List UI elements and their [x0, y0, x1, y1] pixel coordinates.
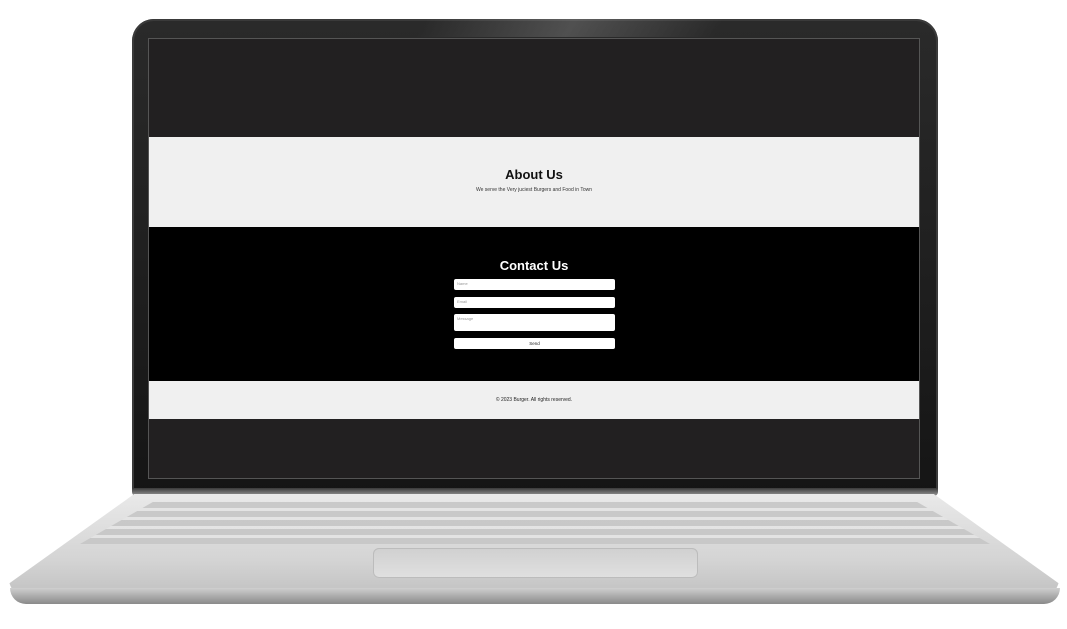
- about-heading: About Us: [505, 167, 563, 182]
- keyboard: [80, 502, 990, 544]
- trackpad: [373, 548, 698, 578]
- laptop-screen: About Us We serve the Very juciest Burge…: [148, 38, 920, 479]
- about-section: About Us We serve the Very juciest Burge…: [148, 137, 920, 227]
- footer-copyright: © 2023 Burger. All rights reserved.: [495, 397, 573, 403]
- message-textarea[interactable]: Message: [454, 314, 615, 331]
- send-button[interactable]: Send: [454, 338, 615, 349]
- contact-heading: Contact Us: [499, 258, 569, 273]
- email-input[interactable]: Email: [454, 297, 615, 308]
- laptop-base-edge: [10, 588, 1060, 604]
- contact-section: Contact Us Name Email Message Send: [148, 227, 920, 381]
- lid-glare: [414, 19, 726, 37]
- laptop-mockup: About Us We serve the Very juciest Burge…: [0, 0, 1067, 629]
- site-footer: © 2023 Burger. All rights reserved.: [148, 381, 920, 419]
- about-text: We serve the Very juciest Burgers and Fo…: [476, 187, 592, 193]
- name-input[interactable]: Name: [454, 279, 615, 290]
